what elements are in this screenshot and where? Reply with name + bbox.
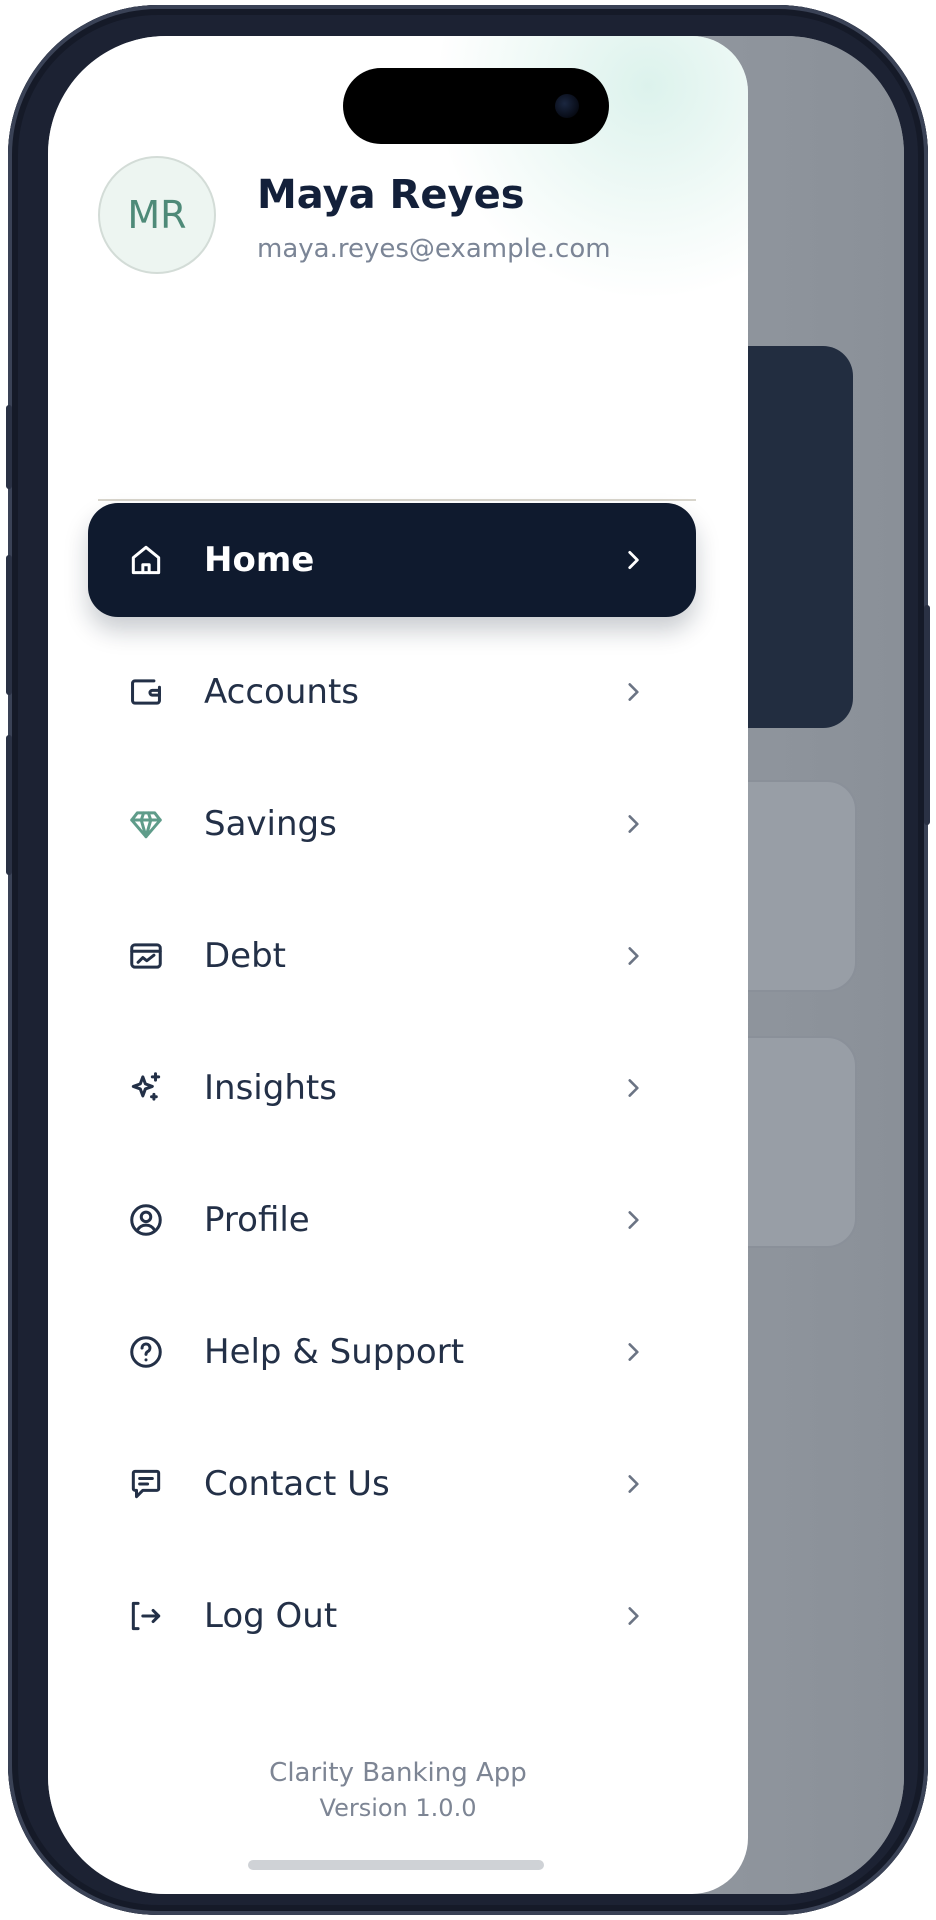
nav-label: Home — [204, 540, 315, 580]
nav-item-accounts[interactable]: Accounts — [88, 635, 696, 749]
home-indicator[interactable] — [248, 1860, 544, 1870]
nav-label: Debt — [204, 936, 287, 976]
home-icon — [126, 540, 166, 580]
nav-item-savings[interactable]: Savings — [88, 767, 696, 881]
app-version: Version 1.0.0 — [319, 1794, 477, 1822]
power-button — [924, 605, 930, 825]
action-button — [6, 405, 12, 489]
nav-label: Accounts — [204, 672, 359, 712]
dynamic-island — [343, 68, 609, 144]
chevron-right-icon — [628, 1607, 639, 1625]
volume-down-button — [6, 735, 12, 875]
nav-item-home[interactable]: Home — [88, 503, 696, 617]
volume-up-button — [6, 555, 12, 695]
user-circle-icon — [126, 1200, 166, 1240]
chevron-right-icon — [628, 1343, 639, 1361]
app-name: Clarity Banking App — [269, 1758, 527, 1788]
nav-item-insights[interactable]: Insights — [88, 1031, 696, 1145]
nav-label: Savings — [204, 804, 337, 844]
chevron-right-icon — [628, 551, 639, 569]
chevron-right-icon — [628, 1211, 639, 1229]
chevron-right-icon — [628, 815, 639, 833]
user-name: Maya Reyes — [257, 172, 525, 218]
phone-frame: MR Maya Reyes maya.reyes@example.com Hom… — [6, 5, 930, 1915]
avatar-initials: MR — [127, 193, 187, 237]
nav-item-profile[interactable]: Profile — [88, 1163, 696, 1277]
navigation-drawer: MR Maya Reyes maya.reyes@example.com Hom… — [48, 36, 748, 1894]
logout-icon — [126, 1596, 166, 1636]
nav-label: Profile — [204, 1200, 310, 1240]
nav-item-contact-us[interactable]: Contact Us — [88, 1427, 696, 1541]
chevron-right-icon — [628, 1475, 639, 1493]
nav-label: Log Out — [204, 1596, 338, 1636]
nav-label: Contact Us — [204, 1464, 390, 1504]
nav-label: Help & Support — [204, 1332, 465, 1372]
screen: MR Maya Reyes maya.reyes@example.com Hom… — [48, 36, 904, 1894]
camera-icon — [555, 94, 579, 118]
chat-icon — [126, 1464, 166, 1504]
user-email: maya.reyes@example.com — [257, 234, 611, 264]
help-circle-icon — [126, 1332, 166, 1372]
nav-list: Home Accounts Savings Debt Insights Prof… — [88, 503, 696, 1691]
sparkles-icon — [126, 1068, 166, 1108]
nav-item-debt[interactable]: Debt — [88, 899, 696, 1013]
nav-item-help-support[interactable]: Help & Support — [88, 1295, 696, 1409]
avatar: MR — [98, 156, 216, 274]
chevron-right-icon — [628, 1079, 639, 1097]
card-chart-icon — [126, 936, 166, 976]
wallet-icon — [126, 672, 166, 712]
chevron-right-icon — [628, 683, 639, 701]
nav-label: Insights — [204, 1068, 337, 1108]
diamond-icon — [126, 804, 166, 844]
divider — [98, 499, 696, 501]
chevron-right-icon — [628, 947, 639, 965]
nav-item-log-out[interactable]: Log Out — [88, 1559, 696, 1673]
